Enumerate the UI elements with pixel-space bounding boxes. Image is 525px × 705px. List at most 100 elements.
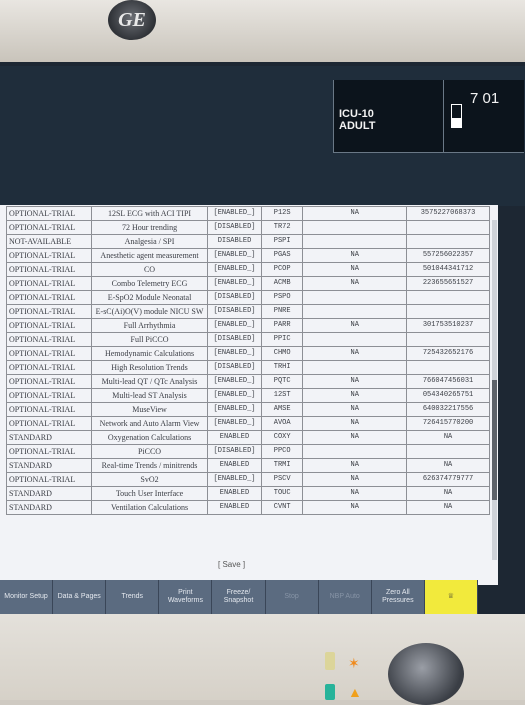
softkey-monitor-setup[interactable]: Monitor Setup: [0, 580, 54, 614]
row-code: PCOP: [260, 262, 304, 277]
save-link[interactable]: [ Save ]: [218, 560, 245, 569]
row-option: Real-time Trends / minitrends: [90, 458, 209, 473]
row-code: TR72: [260, 220, 304, 235]
row-state: [ENABLED_]: [207, 318, 262, 333]
row-status: OPTIONAL-TRIAL: [6, 416, 92, 431]
table-row[interactable]: OPTIONAL-TRIAL SvO2 [ENABLED_] PSCV NA 626374…: [6, 472, 490, 487]
ge-logo: GE: [108, 0, 156, 40]
row-license-key: 301753510237: [406, 318, 490, 333]
table-row[interactable]: OPTIONAL-TRIAL High Resolution Trends [DIS…: [6, 360, 490, 375]
row-state: [ENABLED_]: [207, 346, 262, 361]
softkey-nbp-auto[interactable]: NBP Auto: [319, 580, 372, 614]
options-table: OPTIONAL-TRIAL 12SL ECG with ACI TIPI [ENA…: [6, 206, 490, 515]
row-status: OPTIONAL-TRIAL: [6, 360, 92, 375]
table-row[interactable]: OPTIONAL-TRIAL 12SL ECG with ACI TIPI [ENA…: [6, 206, 490, 221]
row-note: [302, 234, 408, 249]
row-license-key: [406, 290, 490, 305]
row-status: NOT-AVAILABLE: [6, 234, 92, 249]
row-state: [ENABLED_]: [207, 276, 262, 291]
row-license-key: 3575227068373: [406, 206, 490, 221]
table-row[interactable]: OPTIONAL-TRIAL E-SpO2 Module Neonatal [DIS…: [6, 290, 490, 305]
row-code: PGAS: [260, 248, 304, 263]
table-row[interactable]: NOT-AVAILABLE Analgesia / SPI DISABLED PSPI: [6, 234, 490, 249]
row-note: [302, 332, 408, 347]
alarm-bell-icon: ♕: [447, 593, 455, 600]
row-option: Touch User Interface: [90, 486, 209, 501]
row-license-key: [406, 332, 490, 347]
row-note: NA: [302, 206, 408, 221]
table-row[interactable]: OPTIONAL-TRIAL MuseView [ENABLED_] AMSE NA 64…: [6, 402, 490, 417]
row-code: CVNT: [260, 500, 304, 515]
table-row[interactable]: OPTIONAL-TRIAL PiCCO [DISABLED] PPCO: [6, 444, 490, 459]
row-option: 12SL ECG with ACI TIPI: [90, 206, 209, 221]
row-note: [302, 360, 408, 375]
row-note: NA: [302, 486, 408, 501]
table-row[interactable]: STANDARD Oxygenation Calculations ENABLED C…: [6, 430, 490, 445]
row-state: [DISABLED]: [207, 332, 262, 347]
row-state: [ENABLED_]: [207, 388, 262, 403]
table-row[interactable]: OPTIONAL-TRIAL Anesthetic agent measureme…: [6, 248, 490, 263]
row-status: OPTIONAL-TRIAL: [6, 472, 92, 487]
table-row[interactable]: OPTIONAL-TRIAL Full Arrhythmia [ENABLED_] P…: [6, 318, 490, 333]
softkey-alarm[interactable]: ♕: [424, 580, 478, 614]
softkey-print-waveforms[interactable]: Print Waveforms: [159, 580, 213, 614]
row-note: NA: [302, 430, 408, 445]
row-license-key: [406, 360, 490, 375]
row-note: [302, 220, 408, 235]
table-row[interactable]: STANDARD Real-time Trends / minitrends ENA…: [6, 458, 490, 473]
row-code: TRMI: [260, 458, 304, 473]
row-code: PPCO: [260, 444, 304, 459]
row-state: [ENABLED_]: [207, 416, 262, 431]
row-option: Analgesia / SPI: [90, 234, 209, 249]
table-row[interactable]: OPTIONAL-TRIAL Combo Telemetry ECG [ENABLE…: [6, 276, 490, 291]
row-note: NA: [302, 276, 408, 291]
row-note: NA: [302, 416, 408, 431]
table-row[interactable]: OPTIONAL-TRIAL Hemodynamic Calculations [E…: [6, 346, 490, 361]
row-state: [ENABLED_]: [207, 472, 262, 487]
table-row[interactable]: OPTIONAL-TRIAL Multi-lead QT / QTc Analys…: [6, 374, 490, 389]
row-note: NA: [302, 472, 408, 487]
trim-knob[interactable]: [388, 643, 464, 705]
table-row[interactable]: STANDARD Ventilation Calculations ENABLED C…: [6, 500, 490, 515]
row-state: [DISABLED]: [207, 220, 262, 235]
row-note: NA: [302, 318, 408, 333]
row-state: ENABLED: [207, 486, 262, 501]
row-license-key: 766047456031: [406, 374, 490, 389]
row-license-key: 726415770200: [406, 416, 490, 431]
battery-icon: [451, 104, 462, 128]
row-license-key: 725432652176: [406, 346, 490, 361]
row-state: ENABLED: [207, 430, 262, 445]
row-state: [ENABLED_]: [207, 248, 262, 263]
softkey-zero-all-pressures[interactable]: Zero All Pressures: [372, 580, 425, 614]
row-state: [DISABLED]: [207, 304, 262, 319]
softkey-data-pages[interactable]: Data & Pages: [53, 580, 107, 614]
row-state: ENABLED: [207, 458, 262, 473]
row-code: PNRE: [260, 304, 304, 319]
row-license-key: 640032217556: [406, 402, 490, 417]
row-license-key: 223655651527: [406, 276, 490, 291]
row-option: Anesthetic agent measurement: [90, 248, 209, 263]
softkey-trends[interactable]: Trends: [106, 580, 160, 614]
patient-type: ADULT: [339, 120, 376, 132]
row-code: AMSE: [260, 402, 304, 417]
row-option: Full Arrhythmia: [90, 318, 209, 333]
table-row[interactable]: OPTIONAL-TRIAL 72 Hour trending [DISABLED]…: [6, 220, 490, 235]
row-note: NA: [302, 374, 408, 389]
softkey-stop[interactable]: Stop: [266, 580, 319, 614]
row-code: AVOA: [260, 416, 304, 431]
table-row[interactable]: OPTIONAL-TRIAL Multi-lead ST Analysis [ENA…: [6, 388, 490, 403]
table-row[interactable]: OPTIONAL-TRIAL CO [ENABLED_] PCOP NA 50104434…: [6, 262, 490, 277]
scrollbar-thumb[interactable]: [492, 380, 497, 500]
softkey-freeze-snapshot[interactable]: Freeze/ Snapshot: [212, 580, 266, 614]
row-note: NA: [302, 500, 408, 515]
row-option: Ventilation Calculations: [90, 500, 209, 515]
table-row[interactable]: OPTIONAL-TRIAL Full PiCCO [DISABLED] PPIC: [6, 332, 490, 347]
row-status: OPTIONAL-TRIAL: [6, 276, 92, 291]
row-code: COXY: [260, 430, 304, 445]
table-row[interactable]: STANDARD Touch User Interface ENABLED TOUC N…: [6, 486, 490, 501]
table-row[interactable]: OPTIONAL-TRIAL E-sC(Ai)O(V) module NICU S…: [6, 304, 490, 319]
row-option: MuseView: [90, 402, 209, 417]
table-row[interactable]: OPTIONAL-TRIAL Network and Auto Alarm Vie…: [6, 416, 490, 431]
row-status: OPTIONAL-TRIAL: [6, 248, 92, 263]
row-option: Combo Telemetry ECG: [90, 276, 209, 291]
